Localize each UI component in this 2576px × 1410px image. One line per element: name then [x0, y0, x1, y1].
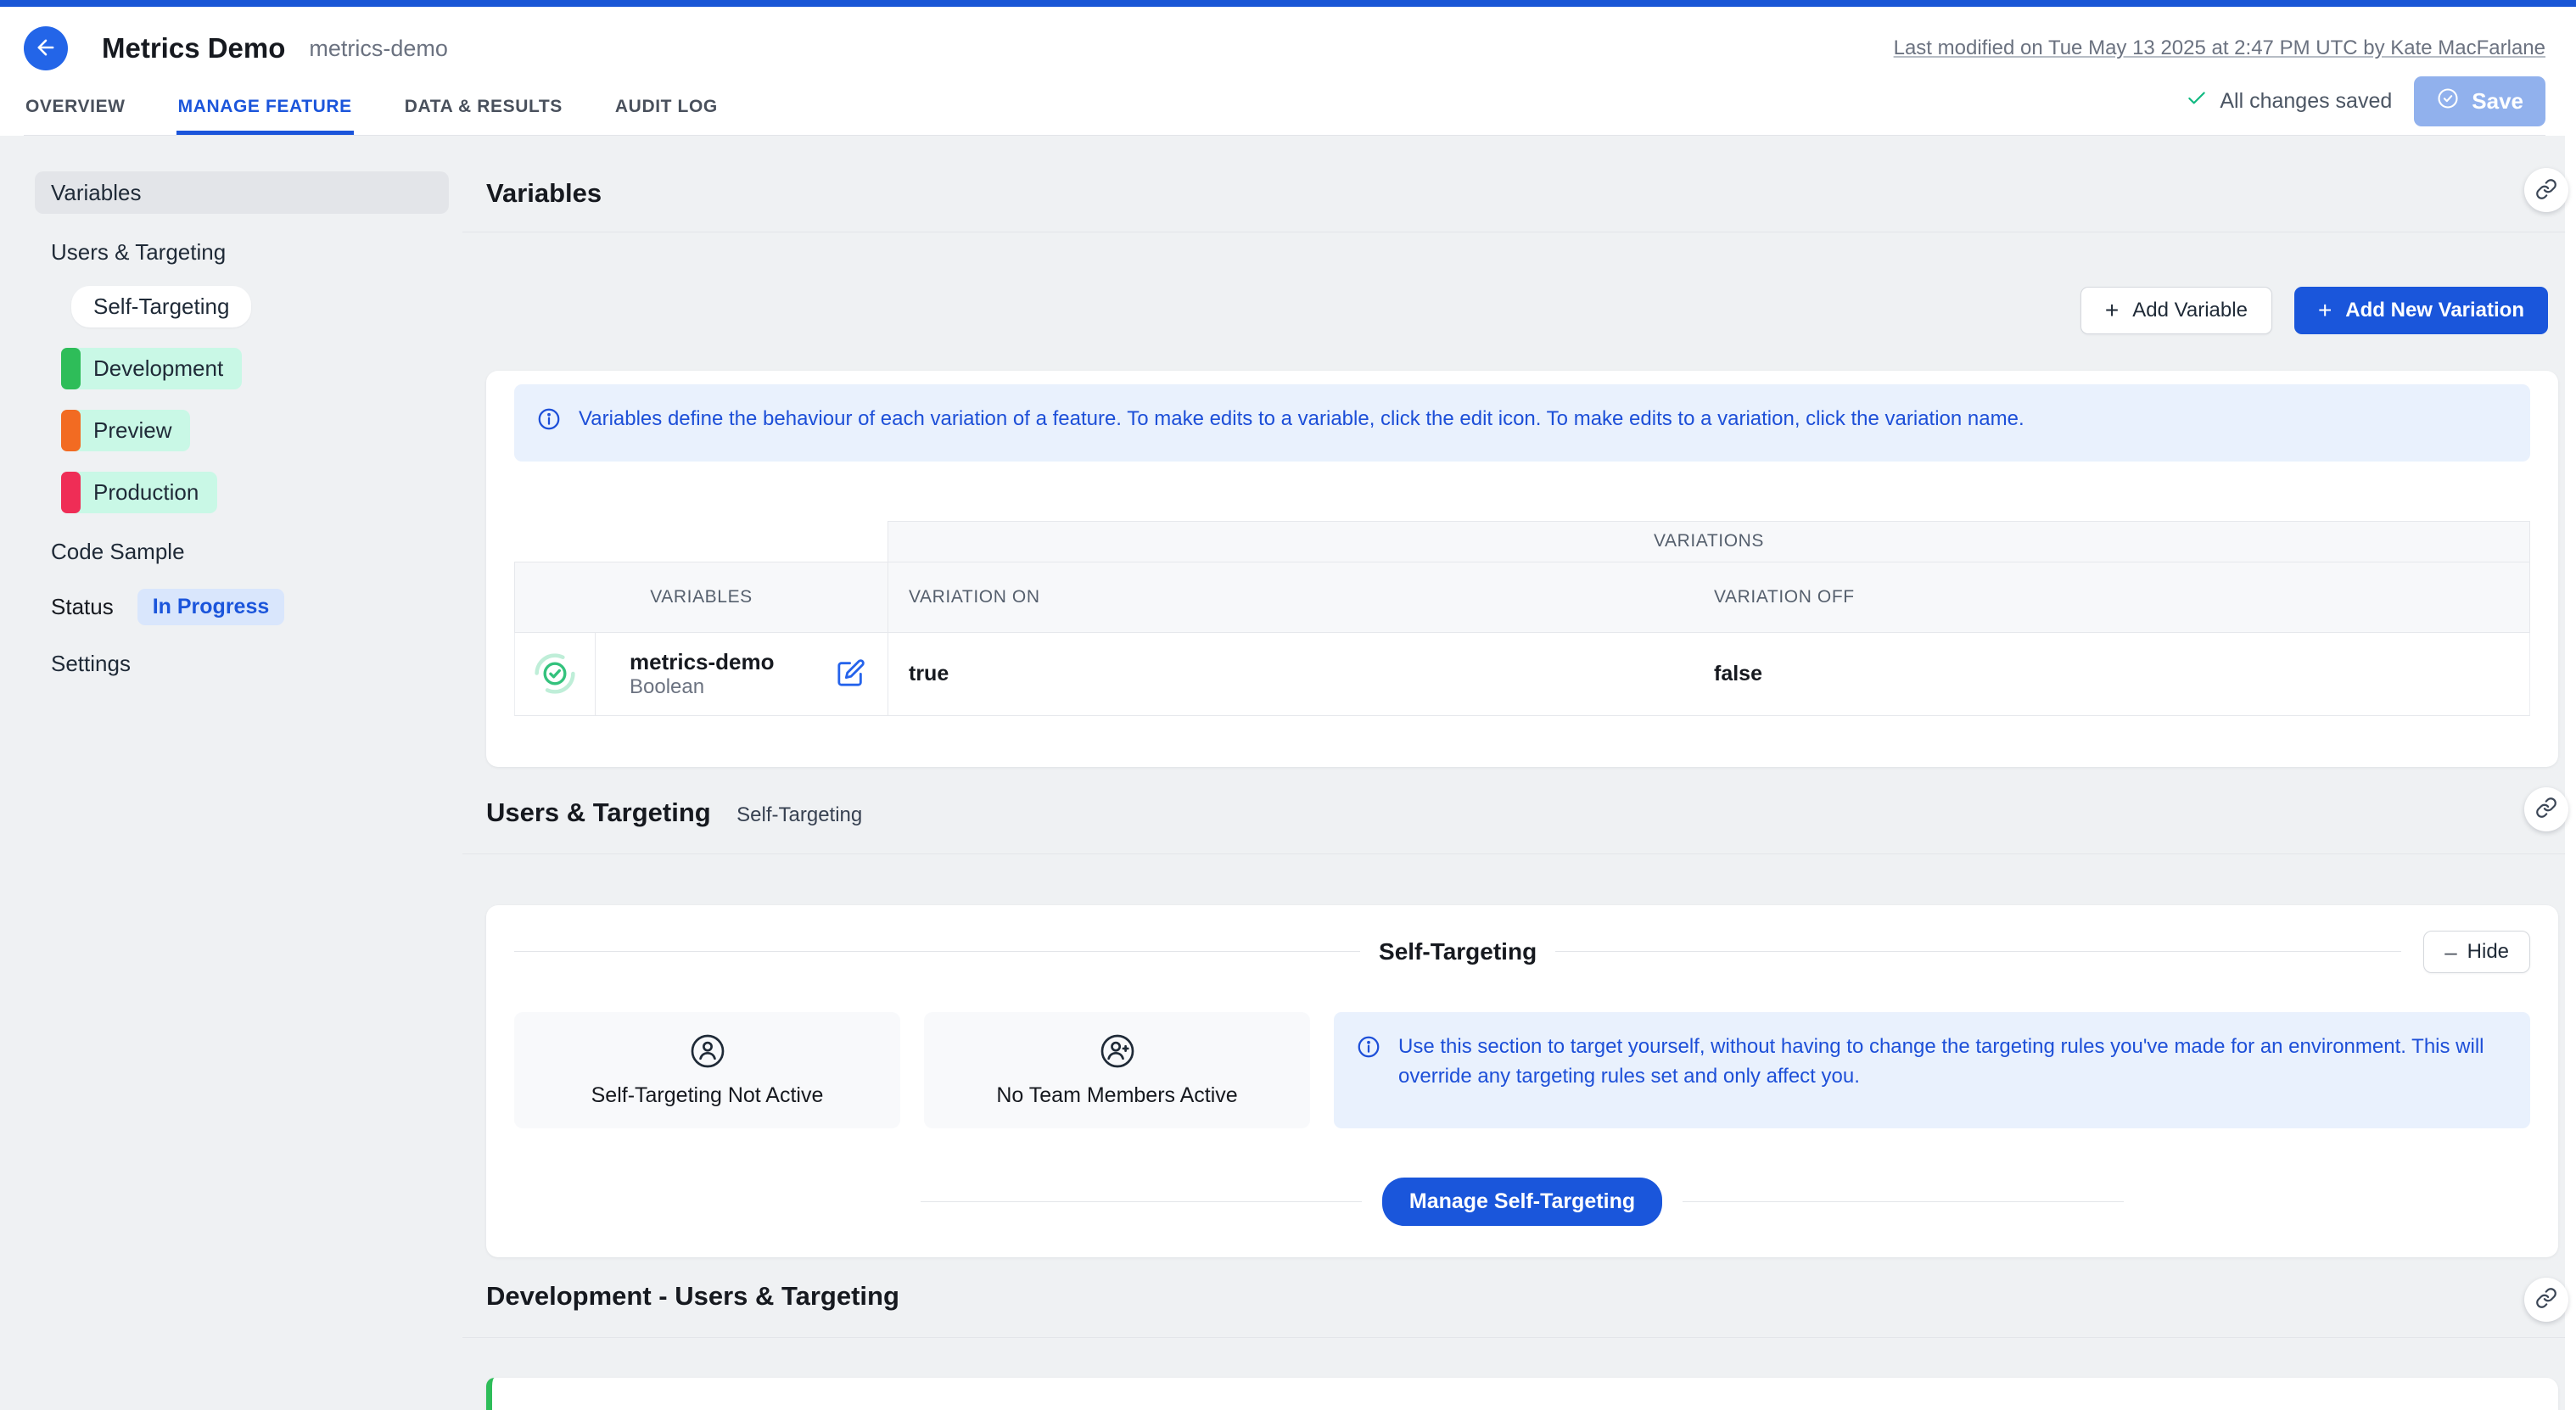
self-targeting-info-banner: Use this section to target yourself, wit…	[1334, 1012, 2530, 1128]
page-header: Metrics Demo metrics-demo Last modified …	[0, 7, 2576, 136]
user-plus-icon	[1098, 1032, 1137, 1075]
info-icon	[536, 405, 562, 441]
variables-table: VARIATIONS VARIABLES VARIATION ON VARIAT…	[514, 521, 2530, 716]
variable-name[interactable]: metrics-demo	[630, 649, 775, 675]
add-new-variation-button[interactable]: + Add New Variation	[2294, 287, 2548, 334]
variation-on-value: true	[888, 633, 1709, 716]
top-accent-bar	[0, 0, 2576, 7]
hide-button[interactable]: – Hide	[2423, 931, 2530, 973]
sidebar-item-settings[interactable]: Settings	[35, 651, 449, 677]
info-icon	[1356, 1032, 1381, 1069]
column-header-variation-off: VARIATION OFF	[1709, 562, 2530, 633]
link-icon	[2535, 178, 2557, 203]
self-targeting-status-box: Self-Targeting Not Active	[514, 1012, 900, 1128]
tab-bar: OVERVIEW MANAGE FEATURE DATA & RESULTS A…	[24, 81, 720, 135]
variation-off-value: false	[1709, 633, 2530, 716]
development-targeting-card: Targeting ON Use targeting rules to conf…	[486, 1378, 2558, 1410]
page-subtitle: metrics-demo	[309, 36, 448, 62]
users-targeting-section-title: Users & Targeting	[486, 797, 711, 827]
users-targeting-section-subtitle: Self-Targeting	[736, 803, 862, 826]
user-icon	[688, 1032, 727, 1075]
plus-icon: +	[2318, 299, 2332, 322]
sidebar-item-development[interactable]: Development	[61, 348, 242, 389]
status-badge: In Progress	[137, 589, 285, 625]
sidebar-item-code-sample[interactable]: Code Sample	[35, 539, 449, 565]
arrow-left-icon	[34, 36, 58, 62]
environment-color-swatch	[61, 472, 81, 513]
back-button[interactable]	[24, 26, 68, 70]
tab-overview[interactable]: OVERVIEW	[24, 81, 127, 135]
self-targeting-status-label: Self-Targeting Not Active	[591, 1083, 824, 1108]
tab-manage-feature[interactable]: MANAGE FEATURE	[176, 81, 354, 135]
edit-variable-button[interactable]	[837, 658, 865, 690]
save-status: All changes saved	[2186, 87, 2392, 115]
check-icon	[2186, 87, 2208, 115]
development-section-title: Development - Users & Targeting	[486, 1281, 899, 1311]
page-title: Metrics Demo	[102, 32, 285, 64]
add-variable-button[interactable]: + Add Variable	[2080, 287, 2272, 334]
table-row: metrics-demo Boolean	[596, 633, 888, 716]
team-members-status-box: No Team Members Active	[924, 1012, 1310, 1128]
column-header-variables: VARIABLES	[514, 562, 888, 633]
tab-data-results[interactable]: DATA & RESULTS	[403, 81, 564, 135]
environment-color-swatch	[61, 348, 81, 389]
minus-icon: –	[2444, 941, 2456, 963]
sidebar-item-production[interactable]: Production	[61, 472, 217, 513]
manage-self-targeting-button[interactable]: Manage Self-Targeting	[1382, 1178, 1662, 1226]
section-link-button[interactable]	[2524, 168, 2568, 212]
section-link-button[interactable]	[2524, 787, 2568, 831]
variable-type: Boolean	[630, 675, 775, 699]
main-content: Variables + Add Variable + Add New Varia…	[462, 136, 2565, 1410]
variable-status-icon	[514, 633, 596, 716]
variables-section-title: Variables	[486, 178, 602, 208]
self-targeting-card-title: Self-Targeting	[1360, 938, 1555, 965]
variables-info-banner: Variables define the behaviour of each v…	[514, 384, 2530, 462]
variations-header: VARIATIONS	[888, 521, 2530, 562]
self-targeting-card: Self-Targeting – Hide Self-Targeting Not…	[486, 905, 2558, 1257]
edit-icon	[837, 658, 865, 690]
sidebar: Variables Users & Targeting Self-Targeti…	[0, 136, 462, 1410]
column-header-variation-on: VARIATION ON	[888, 562, 1709, 633]
sidebar-item-self-targeting[interactable]: Self-Targeting	[71, 286, 251, 327]
save-button[interactable]: Save	[2414, 76, 2545, 126]
last-modified-link[interactable]: Last modified on Tue May 13 2025 at 2:47…	[1894, 36, 2545, 60]
sidebar-item-status[interactable]: Status	[51, 594, 114, 620]
environment-color-swatch	[61, 410, 81, 451]
section-link-button[interactable]	[2524, 1278, 2568, 1322]
sidebar-item-preview[interactable]: Preview	[61, 410, 190, 451]
link-icon	[2535, 797, 2557, 821]
tab-audit-log[interactable]: AUDIT LOG	[613, 81, 720, 135]
circle-check-icon	[2436, 87, 2460, 116]
sidebar-item-users-targeting[interactable]: Users & Targeting	[35, 239, 449, 266]
link-icon	[2535, 1287, 2557, 1312]
sidebar-item-variables[interactable]: Variables	[35, 171, 449, 214]
variables-card: Variables define the behaviour of each v…	[486, 371, 2558, 767]
team-members-status-label: No Team Members Active	[996, 1083, 1237, 1108]
plus-icon: +	[2105, 299, 2119, 322]
